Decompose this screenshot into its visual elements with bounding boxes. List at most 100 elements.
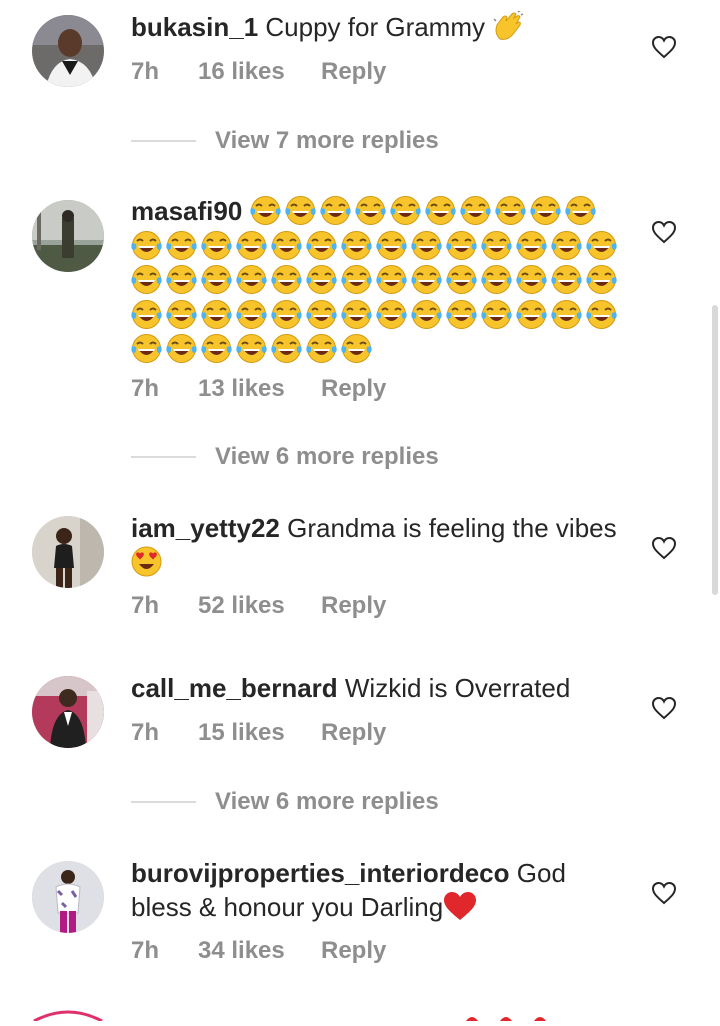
tears-of-joy-emoji: [494, 196, 526, 225]
tears-of-joy-emoji: [586, 265, 617, 294]
tears-of-joy-emoji: [424, 196, 456, 225]
view-more-replies[interactable]: View 6 more replies: [131, 787, 451, 817]
tears-of-joy-emoji: [481, 299, 512, 329]
username[interactable]: masafi90: [131, 196, 242, 226]
avatar[interactable]: [32, 516, 104, 588]
tears-of-joy-emoji: [131, 265, 162, 294]
heart-outline-icon[interactable]: [651, 220, 677, 244]
comment-text: burovijproperties_interiordeco God bless…: [131, 858, 566, 922]
divider-line: [131, 456, 196, 458]
timestamp: 7h: [131, 58, 160, 85]
username[interactable]: bukasin_1: [131, 12, 258, 42]
avatar[interactable]: [32, 676, 104, 748]
tears-of-joy-emoji: [131, 299, 162, 329]
tears-of-joy-emoji: [564, 196, 596, 225]
tears-of-joy-emoji: [411, 265, 442, 294]
view-more-replies[interactable]: View 7 more replies: [131, 126, 451, 156]
timestamp: 7h: [131, 375, 160, 402]
heart-outline-icon[interactable]: [651, 35, 677, 59]
tears-of-joy-emoji: [319, 196, 351, 225]
tears-of-joy-emoji: [236, 299, 267, 329]
red-heart-emoji: [443, 892, 477, 922]
tears-of-joy-emoji: [166, 334, 197, 363]
divider-line: [131, 801, 196, 803]
likes-count[interactable]: 34 likes: [198, 936, 285, 966]
tears-of-joy-emoji: [459, 196, 491, 225]
reply-button[interactable]: Reply: [321, 936, 386, 966]
scrollbar[interactable]: [712, 305, 718, 595]
comment-text: iam_yetty22 Grandma is feeling the vibes: [131, 511, 621, 579]
tears-of-joy-emoji: [271, 299, 302, 329]
comment-text: masafi90: [131, 194, 621, 367]
username[interactable]: burovijproperties_interiordeco: [131, 858, 510, 888]
tears-of-joy-emoji: [306, 334, 337, 363]
view-more-replies[interactable]: View 6 more replies: [131, 442, 451, 472]
tears-of-joy-emoji: [446, 230, 477, 260]
tears-of-joy-emoji: [551, 265, 582, 294]
next-comment-partial: [0, 1008, 720, 1023]
avatar[interactable]: [32, 861, 104, 933]
heart-outline-icon[interactable]: [651, 881, 677, 905]
tears-of-joy-emoji: [586, 299, 617, 329]
tears-of-joy-emoji: [201, 265, 232, 294]
comment-text: call_me_bernard Wizkid is Overrated: [131, 673, 571, 703]
heart-outline-icon[interactable]: [651, 696, 677, 720]
likes-count[interactable]: 15 likes: [198, 718, 285, 748]
tears-of-joy-emoji: [284, 196, 316, 225]
divider-line: [131, 140, 196, 142]
username[interactable]: call_me_bernard: [131, 673, 338, 703]
tears-of-joy-emoji: [341, 230, 372, 260]
tears-of-joy-emoji: [236, 334, 267, 363]
clapping-hands-emoji: [492, 9, 524, 42]
tears-of-joy-emoji: [341, 265, 372, 294]
tears-of-joy-emoji: [481, 230, 512, 260]
avatar[interactable]: [32, 15, 104, 87]
tears-of-joy-emoji: [306, 230, 337, 260]
tears-of-joy-emoji: [271, 334, 302, 363]
tears-of-joy-emoji: [166, 265, 197, 294]
tears-of-joy-emoji: [389, 196, 421, 225]
likes-count[interactable]: 52 likes: [198, 591, 285, 621]
tears-of-joy-emoji: [249, 196, 281, 225]
tears-of-joy-emoji: [551, 230, 582, 260]
tears-of-joy-emoji: [236, 265, 267, 294]
tears-of-joy-emoji: [551, 299, 582, 329]
tears-of-joy-emoji: [586, 230, 617, 260]
tears-of-joy-emoji: [341, 334, 372, 363]
tears-of-joy-emoji: [306, 299, 337, 329]
tears-of-joy-emoji: [131, 230, 162, 260]
tears-of-joy-emoji: [166, 299, 197, 329]
reply-button[interactable]: Reply: [321, 718, 386, 748]
timestamp: 7h: [131, 592, 160, 619]
avatar[interactable]: [32, 200, 104, 272]
tears-of-joy-emoji: [529, 196, 561, 225]
tears-of-joy-emoji: [446, 265, 477, 294]
tears-of-joy-emoji: [131, 334, 162, 363]
tears-of-joy-emoji: [516, 265, 547, 294]
tears-of-joy-emoji: [166, 230, 197, 260]
timestamp: 7h: [131, 719, 160, 746]
likes-count[interactable]: 13 likes: [198, 374, 285, 404]
tears-of-joy-emoji: [306, 265, 337, 294]
heart-eyes-emoji: [131, 546, 162, 577]
tears-of-joy-emoji: [516, 299, 547, 329]
tears-of-joy-emoji: [341, 299, 372, 329]
tears-of-joy-emoji: [271, 265, 302, 294]
heart-outline-icon[interactable]: [651, 536, 677, 560]
tears-of-joy-emoji: [376, 230, 407, 260]
tears-of-joy-emoji: [481, 265, 512, 294]
timestamp: 7h: [131, 937, 160, 964]
reply-button[interactable]: Reply: [321, 374, 386, 404]
reply-button[interactable]: Reply: [321, 591, 386, 621]
tears-of-joy-emoji: [446, 299, 477, 329]
username[interactable]: iam_yetty22: [131, 513, 280, 543]
tears-of-joy-emoji: [411, 230, 442, 260]
tears-of-joy-emoji: [354, 196, 386, 225]
tears-of-joy-emoji: [201, 230, 232, 260]
reply-button[interactable]: Reply: [321, 57, 386, 87]
likes-count[interactable]: 16 likes: [198, 57, 285, 87]
tears-of-joy-emoji: [516, 230, 547, 260]
tears-of-joy-emoji: [201, 334, 232, 363]
tears-of-joy-emoji: [411, 299, 442, 329]
comment-text: bukasin_1 Cuppy for Grammy: [131, 9, 621, 44]
